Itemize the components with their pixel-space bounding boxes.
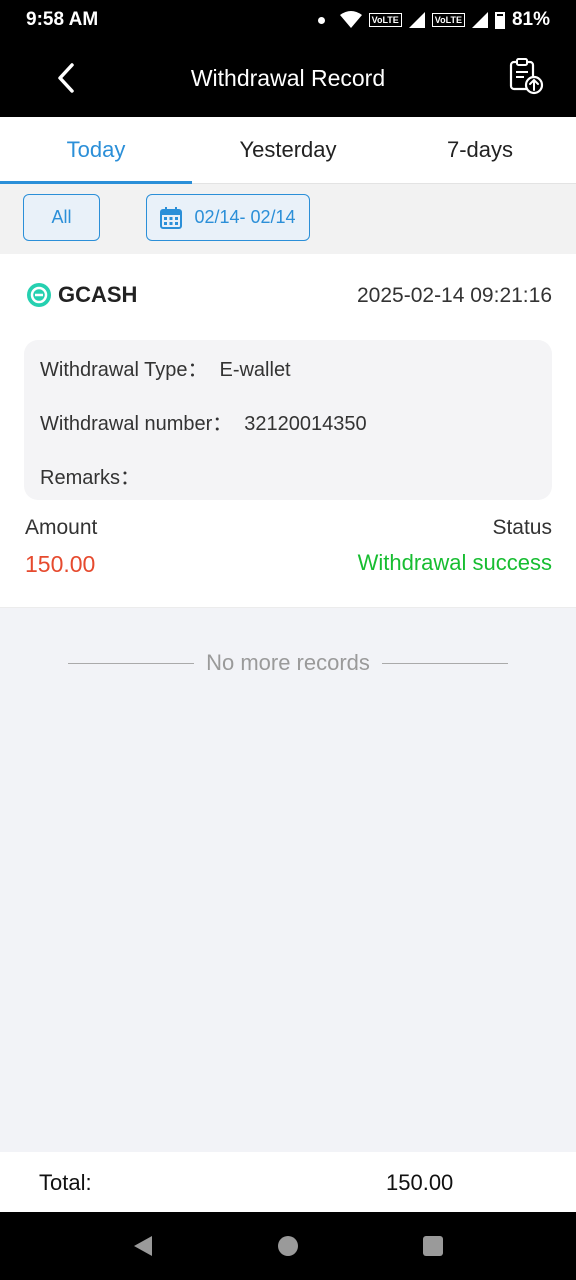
divider-left (68, 662, 195, 664)
date-range-text: 02/14- 02/14 (194, 207, 296, 227)
system-navigation-bar (0, 1212, 576, 1280)
notification-dot-icon (317, 16, 325, 24)
wifi-icon (339, 11, 362, 28)
chevron-left-icon (58, 63, 74, 93)
divider-right (381, 662, 508, 664)
tab-today[interactable]: Today (0, 117, 192, 184)
tab-yesterday[interactable]: Yesterday (192, 117, 384, 183)
page-title: Withdrawal Record (190, 65, 386, 91)
clipboard-upload-icon (509, 58, 544, 95)
remarks-row: Remarks： (40, 461, 152, 490)
withdrawal-type-label: Withdrawal Type： (40, 359, 208, 381)
nav-home-button[interactable] (258, 1216, 318, 1276)
system-status-bar: 9:58 AM VoLTE VoLTE 81% (0, 0, 576, 40)
remarks-label: Remarks： (40, 467, 141, 489)
export-records-button[interactable] (506, 56, 546, 96)
signal-icon-2 (471, 12, 488, 28)
record-details: Withdrawal Type： E-wallet Withdrawal numb… (24, 340, 552, 500)
filter-all-button[interactable]: All (23, 194, 100, 241)
date-tabs: Today Yesterday 7-days (0, 117, 576, 184)
triangle-back-icon (133, 1236, 152, 1256)
gcash-logo-icon (27, 283, 51, 307)
payment-method: GCASH (26, 282, 137, 308)
calendar-icon (160, 206, 183, 229)
withdrawal-type-value: E-wallet (219, 359, 291, 381)
status-time: 9:58 AM (26, 9, 99, 30)
nav-back-button[interactable] (113, 1216, 173, 1276)
tab-7-days[interactable]: 7-days (384, 117, 576, 183)
battery-level: 81% (511, 9, 550, 30)
total-label: Total: (39, 1170, 92, 1195)
withdrawal-record-card[interactable]: GCASH 2025-02-14 09:21:16 Withdrawal Typ… (0, 254, 576, 608)
amount-label: Amount (25, 516, 98, 539)
status-label: Status (492, 516, 552, 539)
list-end-indicator: No more records (68, 650, 508, 676)
volte-badge-2: VoLTE (431, 13, 465, 27)
signal-icon (408, 12, 425, 28)
app-header: Withdrawal Record (0, 40, 576, 117)
withdrawal-number-row: Withdrawal number： 32120014350 (40, 407, 367, 436)
total-value: 150.00 (386, 1170, 454, 1195)
no-more-records-text: No more records (206, 650, 370, 675)
total-bar: Total: 150.00 (0, 1152, 576, 1212)
nav-recents-button[interactable] (403, 1216, 463, 1276)
payment-method-name: GCASH (58, 282, 138, 307)
back-button[interactable] (46, 58, 86, 98)
withdrawal-number-value: 32120014350 (244, 413, 367, 435)
withdrawal-type-row: Withdrawal Type： E-wallet (40, 353, 291, 382)
withdrawal-number-label: Withdrawal number： (40, 413, 233, 435)
square-recents-icon (423, 1236, 444, 1256)
filter-bar: All 02/14- 02/14 (0, 184, 576, 254)
circle-home-icon (277, 1236, 298, 1256)
record-timestamp: 2025-02-14 09:21:16 (357, 284, 552, 307)
date-range-button[interactable]: 02/14- 02/14 (146, 194, 310, 241)
volte-badge: VoLTE (368, 13, 402, 27)
amount-value: 150.00 (25, 551, 96, 577)
status-icons: VoLTE VoLTE 81% (317, 9, 550, 31)
status-value: Withdrawal success (357, 550, 552, 575)
battery-icon (494, 11, 505, 29)
